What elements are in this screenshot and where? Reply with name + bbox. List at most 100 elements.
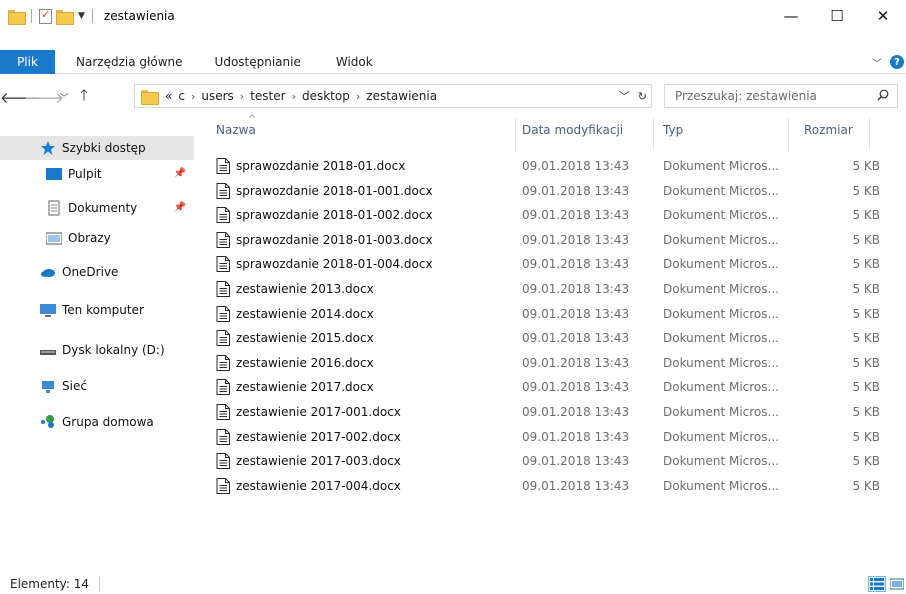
- status-divider: [99, 577, 101, 591]
- file-type: Dokument Micros...: [663, 454, 779, 469]
- file-row[interactable]: zestawienie 2017-004.docx 09.01.2018 13:4…: [216, 474, 896, 498]
- file-name-cell[interactable]: zestawienie 2017.docx: [216, 379, 374, 396]
- file-name-cell[interactable]: sprawozdanie 2018-01.docx: [216, 158, 405, 174]
- help-icon[interactable]: ?: [890, 55, 904, 69]
- breadcrumb-overflow[interactable]: «: [165, 89, 172, 103]
- file-size: 5 KB: [852, 355, 880, 370]
- column-header-type[interactable]: Typ: [663, 114, 793, 146]
- tab-home[interactable]: Narzędzia główne: [55, 50, 198, 74]
- properties-icon[interactable]: [39, 8, 52, 24]
- word-document-icon: [216, 404, 230, 420]
- file-name-cell[interactable]: zestawienie 2014.docx: [216, 305, 374, 322]
- file-date: 09.01.2018 13:43: [522, 380, 630, 395]
- sidebar-item-pictures[interactable]: Obrazy: [0, 226, 196, 250]
- tab-view[interactable]: Widok: [316, 50, 388, 74]
- file-row[interactable]: zestawienie 2017-002.docx 09.01.2018 13:4…: [216, 425, 896, 449]
- breadcrumb-c[interactable]: c: [178, 89, 185, 103]
- search-icon[interactable]: [877, 89, 889, 101]
- file-type: Dokument Micros...: [663, 380, 779, 395]
- search-box[interactable]: Przeszukaj: zestawienia: [664, 84, 898, 108]
- file-row[interactable]: sprawozdanie 2018-01.docx 09.01.2018 13:4…: [216, 154, 896, 178]
- navigation-bar: 🡐 🡒 ﹀ 🡑 « c › users › tester › desktop ›…: [0, 84, 906, 110]
- tab-share[interactable]: Udostępnianie: [198, 50, 316, 74]
- file-date: 09.01.2018 13:43: [522, 478, 630, 493]
- new-folder-icon[interactable]: [56, 9, 74, 25]
- file-name-cell[interactable]: zestawienie 2017-003.docx: [216, 453, 401, 470]
- details-view-button[interactable]: [868, 576, 886, 592]
- sidebar-item-label: Dokumenty: [68, 201, 138, 215]
- file-row[interactable]: zestawienie 2015.docx 09.01.2018 13:43 Dok…: [216, 326, 896, 350]
- file-type: Dokument Micros...: [663, 183, 779, 198]
- file-row[interactable]: zestawienie 2017.docx 09.01.2018 13:43 Dok…: [216, 375, 896, 399]
- sidebar-item-quick-access[interactable]: Szybki dostęp: [0, 136, 194, 160]
- pin-icon[interactable]: 📌: [174, 202, 186, 213]
- column-divider[interactable]: [653, 118, 654, 150]
- refresh-icon[interactable]: ↻: [638, 90, 647, 103]
- file-row[interactable]: zestawienie 2014.docx 09.01.2018 13:43 Dok…: [216, 302, 896, 326]
- word-document-icon: [216, 281, 230, 297]
- address-history-dropdown-icon[interactable]: ﹀: [619, 88, 630, 104]
- file-row[interactable]: sprawozdanie 2018-01-004.docx 09.01.2018 …: [216, 252, 896, 276]
- column-label: Rozmiar: [804, 123, 853, 137]
- column-divider[interactable]: [788, 118, 789, 150]
- breadcrumb-zestawienia[interactable]: zestawienia: [366, 89, 437, 103]
- file-type: Dokument Micros...: [663, 232, 779, 247]
- pin-icon[interactable]: 📌: [174, 168, 186, 179]
- customize-toolbar-arrow-icon[interactable]: ▼: [78, 11, 85, 21]
- breadcrumb-users[interactable]: users: [201, 89, 233, 103]
- file-name-cell[interactable]: zestawienie 2017-001.docx: [216, 404, 401, 420]
- breadcrumb-separator-icon[interactable]: ›: [356, 90, 360, 103]
- file-name-cell[interactable]: sprawozdanie 2018-01-004.docx: [216, 256, 433, 273]
- close-button[interactable]: ✕: [860, 0, 906, 32]
- sidebar-item-onedrive[interactable]: OneDrive: [0, 260, 196, 284]
- file-name-cell[interactable]: zestawienie 2015.docx: [216, 330, 374, 347]
- quick-access-toolbar: ▼: [0, 0, 96, 32]
- file-name-cell[interactable]: zestawienie 2013.docx: [216, 281, 374, 297]
- breadcrumb-separator-icon[interactable]: ›: [191, 90, 195, 103]
- sidebar-item-local-disk[interactable]: Dysk lokalny (D:): [0, 338, 196, 362]
- file-size: 5 KB: [852, 208, 880, 223]
- file-type: Dokument Micros...: [663, 257, 779, 272]
- sidebar-item-network[interactable]: Sieć: [0, 374, 196, 398]
- sidebar-item-documents[interactable]: Dokumenty 📌: [0, 196, 196, 220]
- file-row[interactable]: zestawienie 2017-003.docx 09.01.2018 13:4…: [216, 449, 896, 473]
- sidebar-item-desktop[interactable]: Pulpit 📌: [0, 162, 196, 186]
- breadcrumb-separator-icon[interactable]: ›: [240, 90, 244, 103]
- file-name-cell[interactable]: sprawozdanie 2018-01-002.docx: [216, 207, 433, 224]
- file-row[interactable]: zestawienie 2017-001.docx 09.01.2018 13:4…: [216, 400, 896, 424]
- file-name-cell[interactable]: zestawienie 2016.docx: [216, 354, 374, 371]
- word-document-icon: [216, 379, 230, 396]
- column-divider[interactable]: [869, 118, 870, 150]
- breadcrumb-separator-icon[interactable]: ›: [292, 90, 296, 103]
- column-header-name[interactable]: Nazwa: [216, 114, 516, 146]
- file-row[interactable]: sprawozdanie 2018-01-002.docx 09.01.2018 …: [216, 203, 896, 227]
- expand-ribbon-icon[interactable]: ﹀: [872, 55, 882, 70]
- tab-file[interactable]: Plik: [0, 49, 55, 74]
- star-icon: [40, 140, 56, 156]
- sidebar-item-homegroup[interactable]: Grupa domowa: [0, 410, 196, 434]
- up-button[interactable]: 🡑: [72, 85, 96, 109]
- maximize-button[interactable]: ☐: [814, 0, 860, 32]
- file-row[interactable]: zestawienie 2013.docx 09.01.2018 13:43 Dok…: [216, 277, 896, 301]
- file-row[interactable]: zestawienie 2016.docx 09.01.2018 13:43 Dok…: [216, 351, 896, 375]
- recent-locations-button[interactable]: ﹀: [56, 85, 72, 109]
- breadcrumb-tester[interactable]: tester: [250, 89, 285, 103]
- file-type: Dokument Micros...: [663, 208, 779, 223]
- forward-button[interactable]: 🡒: [24, 85, 64, 109]
- column-divider[interactable]: [515, 118, 516, 150]
- file-row[interactable]: sprawozdanie 2018-01-001.docx 09.01.2018 …: [216, 179, 896, 203]
- column-header-size[interactable]: Rozmiar: [804, 114, 884, 146]
- drive-icon: [40, 342, 56, 358]
- sidebar-item-this-pc[interactable]: Ten komputer: [0, 298, 196, 322]
- file-name-cell[interactable]: sprawozdanie 2018-01-003.docx: [216, 231, 433, 248]
- file-row[interactable]: sprawozdanie 2018-01-003.docx 09.01.2018 …: [216, 228, 896, 252]
- file-name-cell[interactable]: sprawozdanie 2018-01-001.docx: [216, 182, 433, 199]
- address-bar[interactable]: « c › users › tester › desktop › zestawi…: [134, 84, 652, 108]
- large-icons-view-button[interactable]: [888, 576, 906, 592]
- column-header-date[interactable]: Data modyfikacji: [522, 114, 652, 146]
- file-name-cell[interactable]: zestawienie 2017-002.docx: [216, 428, 401, 445]
- breadcrumb-desktop[interactable]: desktop: [302, 89, 350, 103]
- minimize-button[interactable]: —: [768, 0, 814, 32]
- title-bar: ▼ zestawienia — ☐ ✕: [0, 0, 906, 32]
- file-name-cell[interactable]: zestawienie 2017-004.docx: [216, 477, 401, 494]
